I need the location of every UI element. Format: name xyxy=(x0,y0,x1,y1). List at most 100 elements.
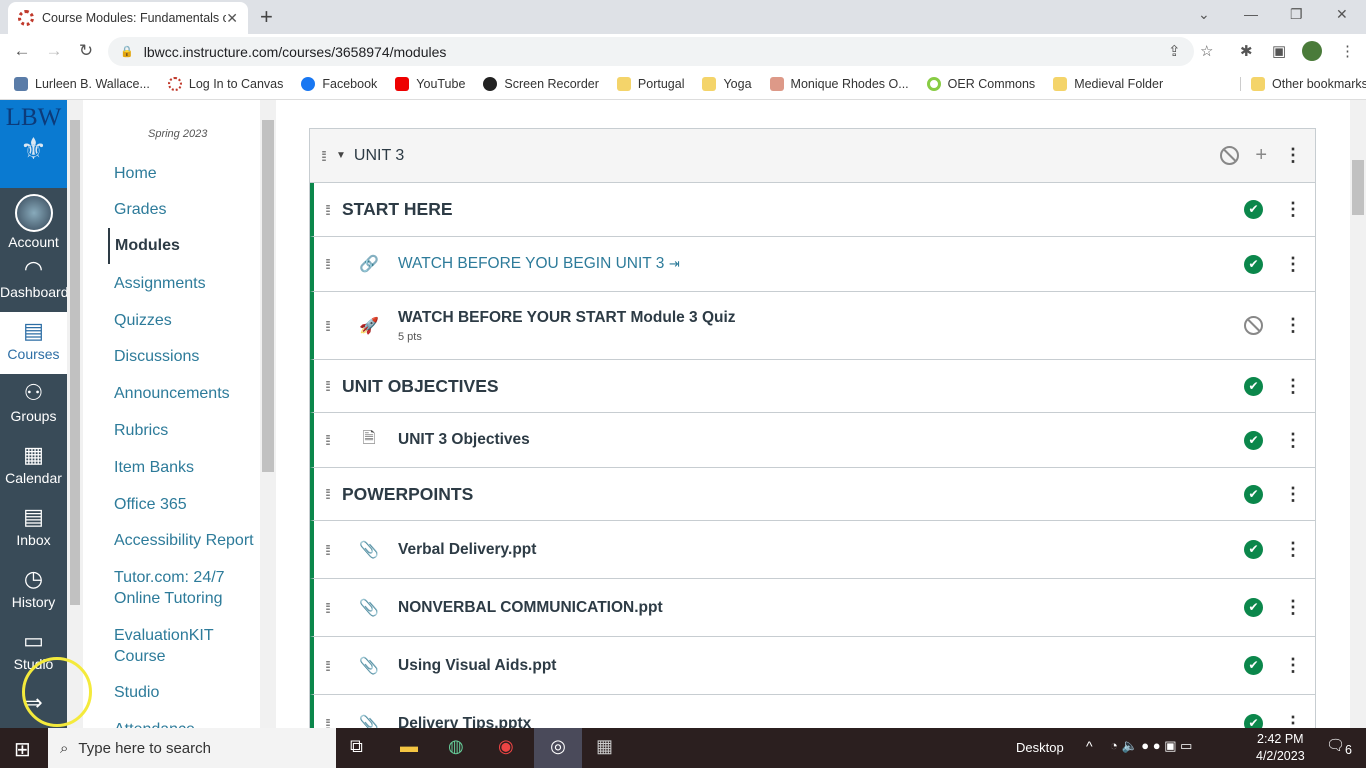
unpublished-icon[interactable] xyxy=(1220,146,1240,165)
item-menu-icon[interactable]: ⋮ xyxy=(1283,539,1303,560)
item-menu-icon[interactable]: ⋮ xyxy=(1283,315,1303,336)
course-nav-evaluationkit[interactable]: EvaluationKIT Course xyxy=(114,625,234,667)
course-nav-attendance[interactable]: Attendance xyxy=(114,719,195,728)
new-tab-button[interactable]: + xyxy=(260,4,273,30)
tab-search-icon[interactable]: ⌄ xyxy=(1198,6,1210,23)
taskbar-search[interactable]: ⌕ Type here to search xyxy=(48,728,336,768)
module-item[interactable]: ⁞⁞ 🗎 UNIT 3 Objectives ✔ ⋮ xyxy=(310,413,1315,468)
course-nav-modules[interactable]: Modules xyxy=(108,228,180,264)
collapse-caret-icon[interactable]: ▼ xyxy=(336,150,346,161)
extensions-icon[interactable]: ✱ xyxy=(1240,42,1253,60)
module-subheader[interactable]: ⁞⁞ START HERE ✔ ⋮ xyxy=(310,183,1315,237)
item-title[interactable]: WATCH BEFORE YOUR START Module 3 Quiz xyxy=(398,309,736,326)
drag-handle-icon[interactable]: ⁞⁞ xyxy=(314,600,340,616)
page-scrollbar[interactable] xyxy=(1350,100,1366,728)
notifications-icon[interactable]: 🗨6 xyxy=(1326,736,1352,757)
nav-groups[interactable]: ⚇ Groups xyxy=(0,374,67,436)
item-menu-icon[interactable]: ⋮ xyxy=(1283,376,1303,397)
bookmark[interactable]: Monique Rhodes O... xyxy=(769,76,909,91)
item-title[interactable]: Delivery Tips.pptx xyxy=(398,715,531,729)
drag-handle-icon[interactable]: ⁞⁞ xyxy=(314,486,340,502)
desktop-toolbar[interactable]: Desktop xyxy=(1016,740,1064,755)
drag-handle-icon[interactable]: ⁞⁞ xyxy=(314,256,340,272)
nav-dashboard[interactable]: ◠ Dashboard xyxy=(0,250,69,312)
add-item-icon[interactable]: + xyxy=(1255,144,1267,167)
windows-start-icon[interactable]: ⊞ xyxy=(14,737,31,762)
drag-handle-icon[interactable]: ⁞⁞ xyxy=(314,542,340,558)
side-panel-icon[interactable]: ▣ xyxy=(1272,42,1286,60)
module-menu-icon[interactable]: ⋮ xyxy=(1283,145,1303,166)
item-title[interactable]: WATCH BEFORE YOU BEGIN UNIT 3 xyxy=(398,255,664,272)
bookmark[interactable]: Log In to Canvas xyxy=(167,76,283,91)
module-item[interactable]: ⁞⁞ 📎 Delivery Tips.pptx ✔ ⋮ xyxy=(310,695,1315,728)
nav-history[interactable]: ◷ History xyxy=(0,560,67,622)
published-check-icon[interactable]: ✔ xyxy=(1244,540,1263,559)
browser-tab[interactable]: Course Modules: Fundamentals o ✕ xyxy=(8,2,248,34)
forward-button[interactable]: → xyxy=(38,41,70,61)
bookmark[interactable]: OER Commons xyxy=(926,76,1035,91)
bookmark-star-icon[interactable]: ☆ xyxy=(1200,42,1213,60)
module-item[interactable]: ⁞⁞ 🔗 WATCH BEFORE YOU BEGIN UNIT 3 ⇥ ✔ ⋮ xyxy=(310,237,1315,292)
bookmark-folder[interactable]: Yoga xyxy=(702,76,752,91)
module-subheader[interactable]: ⁞⁞ POWERPOINTS ✔ ⋮ xyxy=(310,468,1315,521)
back-button[interactable]: ← xyxy=(6,41,38,61)
module-item[interactable]: ⁞⁞ 📎 Using Visual Aids.ppt ✔ ⋮ xyxy=(310,637,1315,695)
course-nav-home[interactable]: Home xyxy=(114,163,157,184)
published-check-icon[interactable]: ✔ xyxy=(1244,200,1263,219)
bookmark-folder[interactable]: Portugal xyxy=(616,76,684,91)
item-title[interactable]: UNIT 3 Objectives xyxy=(398,431,530,448)
clock[interactable]: 2:42 PM 4/2/2023 xyxy=(1256,731,1305,765)
drag-handle-icon[interactable]: ⁞⁞ xyxy=(310,148,336,164)
bookmark[interactable]: YouTube xyxy=(395,76,465,91)
published-check-icon[interactable]: ✔ xyxy=(1244,656,1263,675)
chrome-icon[interactable]: ◉ xyxy=(498,736,514,757)
item-menu-icon[interactable]: ⋮ xyxy=(1283,655,1303,676)
item-menu-icon[interactable]: ⋮ xyxy=(1283,430,1303,451)
course-nav-quizzes[interactable]: Quizzes xyxy=(114,310,172,331)
module-subheader[interactable]: ⁞⁞ UNIT OBJECTIVES ✔ ⋮ xyxy=(310,360,1315,413)
published-check-icon[interactable]: ✔ xyxy=(1244,430,1263,450)
published-check-icon[interactable]: ✔ xyxy=(1244,484,1263,504)
unpublished-icon[interactable] xyxy=(1244,316,1263,335)
app-icon[interactable]: ◍ xyxy=(448,736,464,757)
published-check-icon[interactable]: ✔ xyxy=(1244,254,1263,274)
course-nav-office-365[interactable]: Office 365 xyxy=(114,494,187,515)
course-nav-item-banks[interactable]: Item Banks xyxy=(114,457,194,478)
course-nav-scrollbar[interactable] xyxy=(260,100,276,728)
minimize-button[interactable]: — xyxy=(1244,6,1258,22)
item-menu-icon[interactable]: ⋮ xyxy=(1283,713,1303,728)
file-explorer-icon[interactable]: ▬ xyxy=(400,736,418,757)
module-item[interactable]: ⁞⁞ 📎 NONVERBAL COMMUNICATION.ppt ✔ ⋮ xyxy=(310,579,1315,637)
url-input[interactable]: 🔒 lbwcc.instructure.com/courses/3658974/m… xyxy=(108,37,1194,66)
tray-icons[interactable]: ◔ 🔈 ● ● ▣ ▭ xyxy=(1110,738,1192,754)
published-check-icon[interactable]: ✔ xyxy=(1244,598,1263,617)
drag-handle-icon[interactable]: ⁞⁞ xyxy=(314,432,340,448)
course-nav-assignments[interactable]: Assignments xyxy=(114,273,206,294)
task-view-icon[interactable]: ⧉ xyxy=(350,736,363,757)
published-check-icon[interactable]: ✔ xyxy=(1244,714,1263,728)
module-item[interactable]: ⁞⁞ 🚀 WATCH BEFORE YOUR START Module 3 Quiz… xyxy=(310,292,1315,360)
item-title[interactable]: Using Visual Aids.ppt xyxy=(398,657,556,674)
share-icon[interactable]: ⇪ xyxy=(1168,42,1181,60)
bookmark[interactable]: Lurleen B. Wallace... xyxy=(14,76,150,91)
drag-handle-icon[interactable]: ⁞⁞ xyxy=(314,658,340,674)
restore-button[interactable]: ❐ xyxy=(1290,6,1303,23)
drag-handle-icon[interactable]: ⁞⁞ xyxy=(314,202,340,218)
item-menu-icon[interactable]: ⋮ xyxy=(1283,254,1303,275)
nav-inbox[interactable]: ▤ Inbox xyxy=(0,498,67,560)
reload-button[interactable]: ↻ xyxy=(70,41,102,61)
nav-calendar[interactable]: ▦ Calendar xyxy=(0,436,67,498)
college-logo[interactable]: LBW ⚜ xyxy=(0,100,67,188)
course-nav-tutor[interactable]: Tutor.com: 24/7 Online Tutoring xyxy=(114,567,254,609)
item-menu-icon[interactable]: ⋮ xyxy=(1283,484,1303,505)
bookmark[interactable]: Screen Recorder xyxy=(483,76,599,91)
drag-handle-icon[interactable]: ⁞⁞ xyxy=(314,318,340,334)
tray-chevron-icon[interactable]: ^ xyxy=(1086,738,1093,754)
module-item[interactable]: ⁞⁞ 📎 Verbal Delivery.ppt ✔ ⋮ xyxy=(310,521,1315,579)
bookmark[interactable]: Facebook xyxy=(301,76,377,91)
drag-handle-icon[interactable]: ⁞⁞ xyxy=(314,716,340,729)
course-nav-accessibility-report[interactable]: Accessibility Report xyxy=(114,530,254,551)
other-bookmarks[interactable]: Other bookmarks xyxy=(1240,76,1366,91)
nav-account[interactable]: Account xyxy=(0,188,67,250)
item-menu-icon[interactable]: ⋮ xyxy=(1283,597,1303,618)
